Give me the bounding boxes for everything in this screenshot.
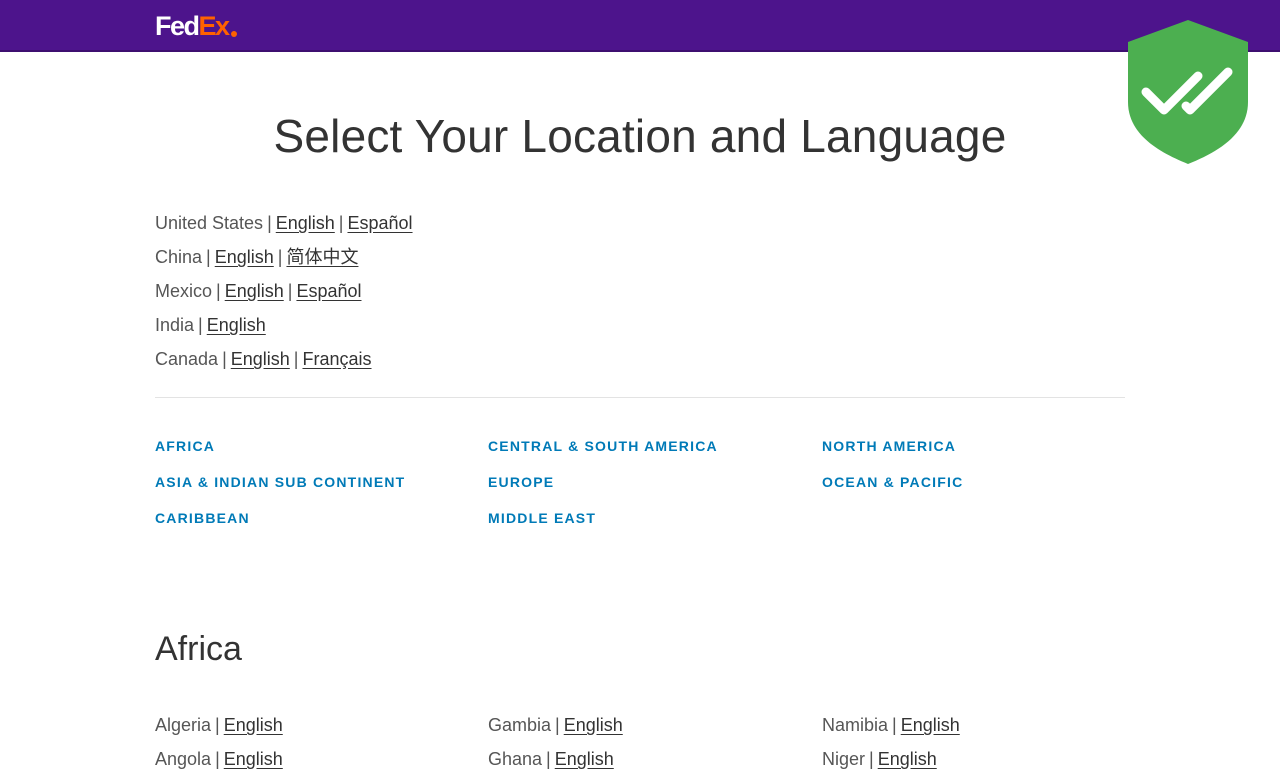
fedex-logo[interactable]: FedEx	[155, 11, 237, 41]
country-name: Canada	[155, 349, 219, 369]
region-link-central-south-america[interactable]: CENTRAL & SOUTH AMERICA	[488, 434, 718, 458]
country-name: Angola	[155, 749, 212, 769]
country-name: Niger	[822, 749, 866, 769]
region-link-europe[interactable]: EUROPE	[488, 470, 554, 494]
page-title: Select Your Location and Language	[273, 110, 1007, 162]
language-link-english[interactable]: English	[207, 315, 266, 335]
country-name: Gambia	[488, 715, 552, 735]
section-heading-africa: Africa	[155, 630, 242, 668]
location-row-united-states: United States | English | Español	[155, 213, 413, 233]
language-link-espanol[interactable]: Español	[296, 281, 361, 301]
language-link-english[interactable]: English	[215, 247, 274, 267]
language-link-francais[interactable]: Français	[302, 349, 371, 369]
location-row-china: China | English | 简体中文	[155, 247, 359, 267]
logo-ex-text: Ex	[198, 11, 231, 41]
country-name: India	[155, 315, 195, 335]
country-row-gambia: Gambia | English	[488, 715, 623, 735]
country-row-ghana: Ghana | English	[488, 749, 614, 769]
region-links: AFRICA ASIA & INDIAN SUB CONTINENT CARIB…	[155, 434, 1155, 544]
region-link-caribbean[interactable]: CARIBBEAN	[155, 506, 250, 530]
country-name: United States	[155, 213, 264, 233]
region-link-middle-east[interactable]: MIDDLE EAST	[488, 506, 596, 530]
language-link-english[interactable]: English	[224, 715, 283, 735]
country-name: Ghana	[488, 749, 543, 769]
country-row-niger: Niger | English	[822, 749, 937, 769]
country-row-algeria: Algeria | English	[155, 715, 283, 735]
location-row-india: India | English	[155, 315, 266, 335]
location-row-mexico: Mexico | English | Español	[155, 281, 362, 301]
region-link-ocean-pacific[interactable]: OCEAN & PACIFIC	[822, 470, 963, 494]
logo-fed-text: Fed	[155, 11, 200, 41]
country-row-angola: Angola | English	[155, 749, 283, 769]
language-link-english[interactable]: English	[224, 749, 283, 769]
language-link-english[interactable]: English	[555, 749, 614, 769]
section-divider	[155, 397, 1125, 398]
language-link-english[interactable]: English	[225, 281, 284, 301]
language-link-english[interactable]: English	[901, 715, 960, 735]
language-link-simplified-chinese[interactable]: 简体中文	[286, 247, 358, 267]
country-name: Mexico	[155, 281, 213, 301]
region-link-asia-indian-sub-continent[interactable]: ASIA & INDIAN SUB CONTINENT	[155, 470, 405, 494]
language-link-english[interactable]: English	[878, 749, 937, 769]
language-link-espanol[interactable]: Español	[347, 213, 412, 233]
featured-locations-list: United States | English | Español China | Engl…	[155, 206, 1055, 376]
language-link-english[interactable]: English	[564, 715, 623, 735]
country-row-namibia: Namibia | English	[822, 715, 960, 735]
country-name: Algeria	[155, 715, 212, 735]
language-link-english[interactable]: English	[276, 213, 335, 233]
region-link-north-america[interactable]: NORTH AMERICA	[822, 434, 956, 458]
region-link-africa[interactable]: AFRICA	[155, 434, 215, 458]
language-link-english[interactable]: English	[231, 349, 290, 369]
country-name: Namibia	[822, 715, 889, 735]
top-navigation-bar: FedEx	[0, 0, 1280, 52]
location-row-canada: Canada | English | Français	[155, 349, 372, 369]
registered-mark-icon	[230, 31, 237, 37]
country-name: China	[155, 247, 203, 267]
